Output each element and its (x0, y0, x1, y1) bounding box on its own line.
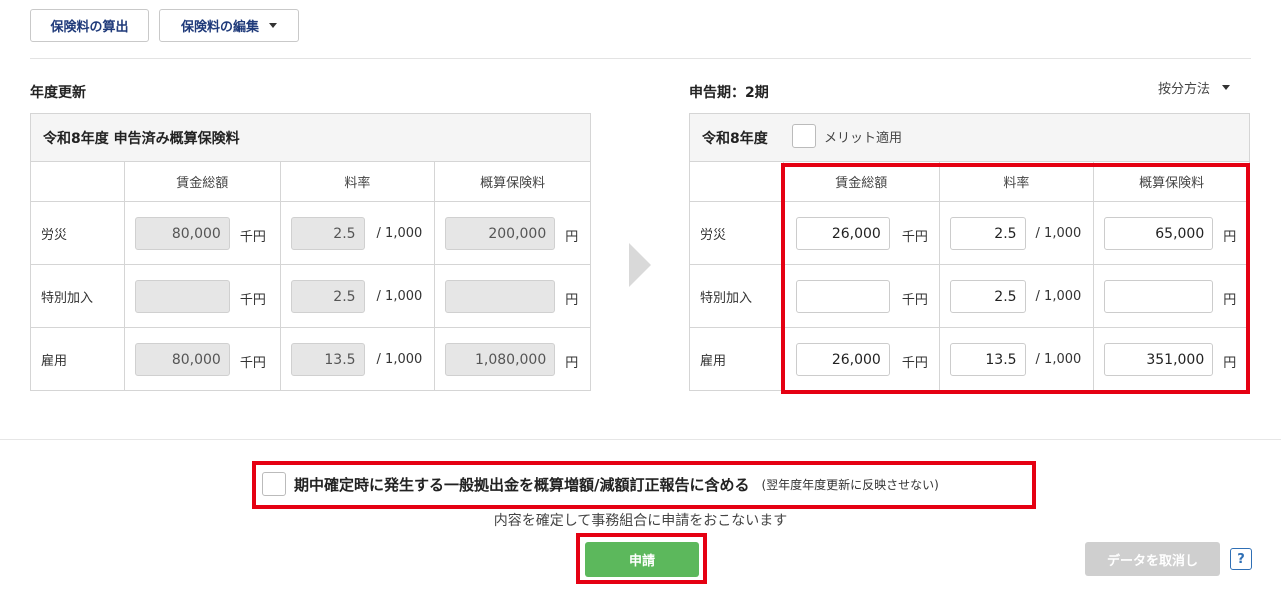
rate-unit-label: / 1,000 (376, 289, 423, 304)
premium-field: 1,080,000 (445, 343, 556, 376)
rate-field: 13.5 (290, 343, 365, 376)
wage-field: 80,000 (134, 343, 230, 376)
caret-down-icon (269, 23, 277, 28)
unit-label: 円 (565, 230, 579, 245)
arrow-right-icon (629, 243, 651, 287)
apply-button[interactable]: 申請 (585, 542, 699, 577)
col-header-premium: 概算保険料 (434, 161, 591, 202)
highlight-box (781, 163, 1250, 394)
rate-field: 2.5 (290, 280, 365, 313)
include-contribution-option[interactable]: 期中確定時に発生する一般拠出金を概算増額/減額訂正報告に含める (翌年度年度更新… (262, 472, 939, 496)
rate-unit-label: / 1,000 (376, 352, 423, 367)
renewal-table: 令和8年度 申告済み概算保険料 賃金総額 料率 概算保険料 労災 80,000 千… (30, 113, 591, 391)
merit-checkbox[interactable] (792, 124, 816, 148)
calculate-premium-label: 保険料の算出 (50, 20, 129, 35)
table-row: 雇用 80,000 千円 13.5 / 1,000 1,080,000 円 (30, 327, 591, 391)
unit-label: 千円 (239, 356, 266, 371)
edit-premium-label: 保険料の編集 (180, 20, 259, 35)
include-contribution-label: 期中確定時に発生する一般拠出金を概算増額/減額訂正報告に含める (294, 475, 750, 494)
row-label: 特別加入 (30, 264, 125, 328)
empty-header-cell (689, 161, 784, 202)
row-label: 雇用 (30, 327, 125, 391)
allocation-method-label: 按分方法 (1158, 82, 1211, 97)
premium-field: 200,000 (445, 217, 556, 250)
unit-label: 円 (565, 293, 579, 308)
cancel-data-label: データを取消し (1106, 553, 1198, 569)
allocation-method-dropdown[interactable]: 按分方法 (1158, 78, 1231, 97)
help-label: ? (1237, 551, 1245, 567)
edit-premium-dropdown[interactable]: 保険料の編集 (159, 9, 299, 42)
calculate-premium-button[interactable]: 保険料の算出 (30, 9, 149, 42)
renewal-table-title: 令和8年度 申告済み概算保険料 (30, 113, 591, 162)
unit-label: 千円 (239, 230, 266, 245)
rate-field: 2.5 (290, 217, 365, 250)
renewal-section-title: 年度更新 (30, 85, 86, 101)
declaration-section-title: 申告期：2期 (689, 85, 769, 101)
wage-field (134, 280, 230, 313)
unit-label: 千円 (239, 293, 266, 308)
wage-field: 80,000 (134, 217, 230, 250)
declaration-table-title: 令和8年度 (689, 113, 1250, 162)
caret-down-icon (1222, 85, 1231, 90)
help-icon[interactable]: ? (1230, 548, 1252, 570)
cancel-data-button[interactable]: データを取消し (1085, 542, 1220, 576)
divider (0, 439, 1281, 440)
premium-field (445, 280, 556, 313)
row-label: 特別加入 (689, 264, 784, 328)
merit-apply-option[interactable]: メリット適用 (792, 124, 902, 148)
col-header-wage: 賃金総額 (123, 161, 281, 202)
row-label: 労災 (689, 201, 784, 265)
confirm-text: 内容を確定して事務組合に申請をおこないます (493, 513, 788, 529)
include-contribution-checkbox[interactable] (262, 472, 286, 496)
col-header-rate: 料率 (279, 161, 436, 202)
row-label: 労災 (30, 201, 125, 265)
row-label: 雇用 (689, 327, 784, 391)
include-contribution-note: (翌年度年度更新に反映させない) (761, 477, 939, 492)
apply-button-label: 申請 (628, 554, 655, 569)
table-row: 特別加入 千円 2.5 / 1,000 円 (30, 264, 591, 328)
divider (30, 58, 1251, 59)
rate-unit-label: / 1,000 (376, 226, 423, 241)
unit-label: 円 (565, 356, 579, 371)
merit-label: メリット適用 (824, 130, 903, 146)
empty-header-cell (30, 161, 125, 202)
table-row: 労災 80,000 千円 2.5 / 1,000 200,000 円 (30, 201, 591, 265)
